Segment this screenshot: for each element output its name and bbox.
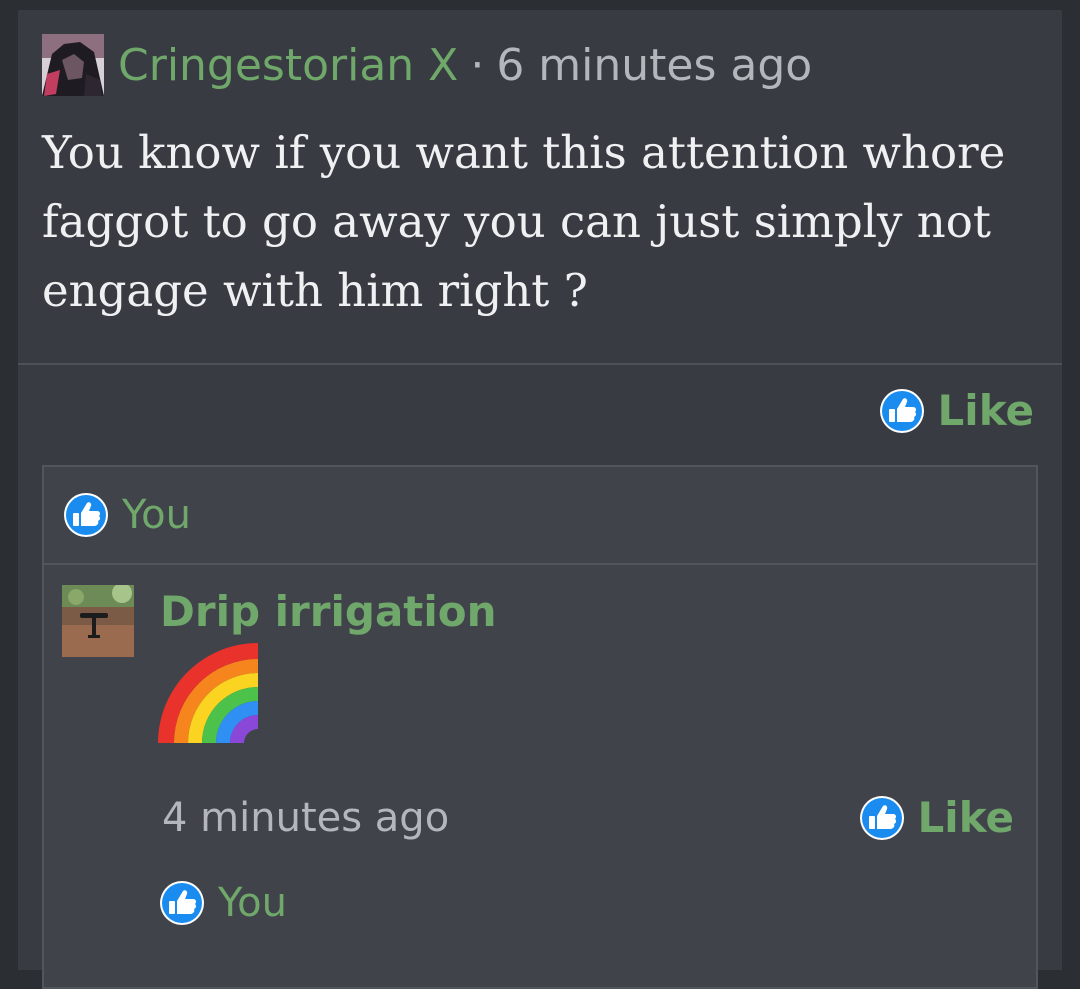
thumbs-up-icon <box>879 388 924 433</box>
reply-likes-summary[interactable]: You <box>158 879 287 927</box>
post-like-button[interactable]: Like <box>878 386 1034 435</box>
post-card: Cringestorian X · 6 minutes ago You know… <box>18 10 1062 989</box>
reply-like-button[interactable]: Like <box>858 793 1014 842</box>
post-header: Cringestorian X · 6 minutes ago <box>42 32 812 98</box>
post-like-label: Like <box>937 386 1034 435</box>
author-avatar[interactable] <box>42 34 104 96</box>
thumbs-up-icon <box>160 881 204 925</box>
reply-like-label: Like <box>917 793 1014 842</box>
likes-and-replies-box: You Drip irrigation 4 minutes ago Like Y… <box>42 465 1038 989</box>
reply-author-avatar[interactable] <box>62 585 134 657</box>
post-body-text: You know if you want this attention whor… <box>42 126 1006 317</box>
thumbs-up-icon <box>64 493 108 537</box>
reply-likes-label: You <box>218 880 287 926</box>
rainbow-icon <box>158 643 258 743</box>
likes-summary-label: You <box>122 492 191 538</box>
post-likes-summary[interactable]: You <box>44 467 1036 565</box>
post-divider <box>18 363 1062 365</box>
post-timestamp: 6 minutes ago <box>496 39 813 91</box>
thumbs-up-icon <box>859 795 904 840</box>
reply-author-name[interactable]: Drip irrigation <box>160 587 497 636</box>
post-author-name[interactable]: Cringestorian X <box>118 40 458 91</box>
meta-separator: · <box>470 39 485 91</box>
reply-timestamp: 4 minutes ago <box>162 795 450 841</box>
